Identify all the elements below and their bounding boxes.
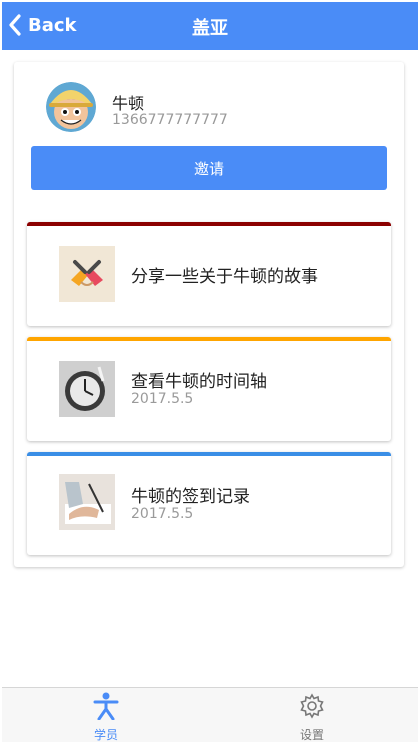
tab-bar: 学员 设置: [2, 687, 418, 742]
clock-icon: [59, 361, 115, 417]
item-label: 查看牛顿的时间轴: [131, 372, 267, 392]
page-title: 盖亚: [192, 18, 228, 39]
item-date: 2017.5.5: [131, 506, 194, 522]
invite-button[interactable]: 邀请: [31, 146, 387, 190]
person-icon: [93, 692, 119, 721]
user-name: 牛顿: [112, 94, 145, 113]
story-card[interactable]: 分享一些关于牛顿的故事: [27, 222, 391, 326]
writing-hand-icon: [59, 474, 115, 530]
card-accent-bar: [27, 337, 391, 341]
avatar-image: [46, 82, 96, 132]
item-date: 2017.5.5: [131, 391, 194, 407]
card-accent-bar: [27, 222, 391, 226]
checkin-card[interactable]: 牛顿的签到记录 2017.5.5: [27, 452, 391, 555]
item-label: 分享一些关于牛顿的故事: [131, 267, 318, 287]
tab-settings[interactable]: 设置: [262, 692, 362, 742]
item-label: 牛顿的签到记录: [131, 487, 250, 507]
avatar[interactable]: [46, 82, 96, 132]
app-frame: Back 盖亚 牛顿 1366777777777 邀请 分享一些关于牛顿的故事 …: [2, 2, 418, 742]
handshake-icon: [59, 246, 115, 302]
tab-students[interactable]: 学员: [56, 692, 156, 742]
tab-label: 设置: [299, 728, 324, 742]
card-accent-bar: [27, 452, 391, 456]
tab-label: 学员: [93, 728, 118, 742]
user-phone: 1366777777777: [112, 112, 228, 128]
gear-icon: [300, 693, 324, 719]
timeline-card[interactable]: 查看牛顿的时间轴 2017.5.5: [27, 337, 391, 441]
profile-card: 牛顿 1366777777777 邀请 分享一些关于牛顿的故事 查看牛顿的时间轴…: [14, 62, 404, 567]
navbar: Back 盖亚: [2, 2, 418, 50]
